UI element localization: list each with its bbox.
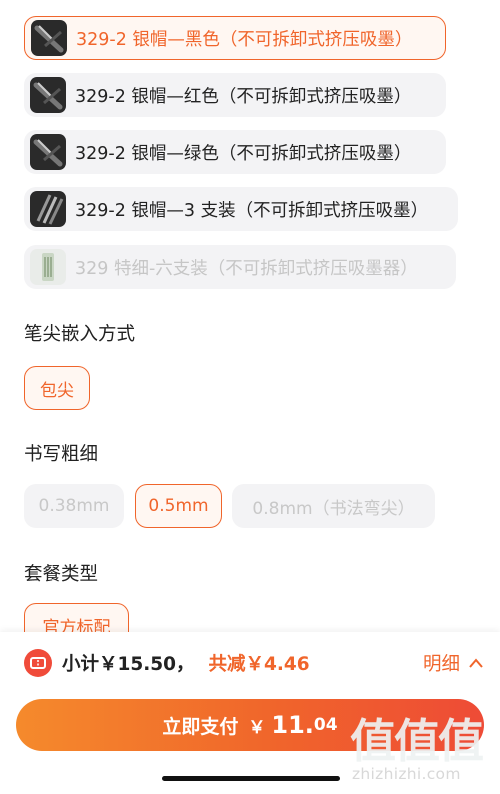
package-option-official[interactable]: 官方标配 xyxy=(24,603,129,632)
discount-text: 共减￥4.46 xyxy=(208,654,310,675)
sku-selector-panel: 329-2 银帽—黑色（不可拆卸式挤压吸墨） 329-2 银帽—红色（不可拆卸式… xyxy=(0,0,500,632)
width-option-05[interactable]: 0.5mm xyxy=(135,484,222,528)
width-option-08[interactable]: 0.8mm（书法弯尖） xyxy=(232,484,435,528)
variant-label: 329-2 银帽—黑色（不可拆卸式挤压吸墨） xyxy=(76,29,413,50)
coupon-ticket-icon xyxy=(24,649,52,677)
price-summary: 小计￥15.50， 共减￥4.46 xyxy=(24,648,310,678)
black-pen-thumb-icon xyxy=(31,20,67,56)
home-indicator xyxy=(162,776,340,781)
detail-label: 明细 xyxy=(422,654,460,675)
subtotal-text: 小计￥15.50， xyxy=(62,654,195,675)
variant-label: 329-2 银帽—红色（不可拆卸式挤压吸墨） xyxy=(75,86,412,107)
variant-option-three-pack[interactable]: 329-2 银帽—3 支装（不可拆卸式挤压吸墨） xyxy=(24,187,458,231)
pay-currency: ￥ xyxy=(248,717,266,738)
red-pen-thumb-icon xyxy=(30,77,66,113)
six-pens-thumb-icon xyxy=(30,249,66,285)
price-detail-toggle[interactable]: 明细 xyxy=(423,648,484,678)
pay-amount-integer: 11. xyxy=(271,711,314,739)
variant-option-red[interactable]: 329-2 银帽—红色（不可拆卸式挤压吸墨） xyxy=(24,73,446,117)
variant-option-black[interactable]: 329-2 银帽—黑色（不可拆卸式挤压吸墨） xyxy=(24,16,446,60)
green-pen-thumb-icon xyxy=(30,134,66,170)
watermark-url: zhizhizhi.com xyxy=(352,765,461,783)
pay-label: 立即支付 xyxy=(162,715,239,738)
variant-option-six-pack[interactable]: 329 特细-六支装（不可拆卸式挤压吸墨器） xyxy=(24,245,456,289)
variant-label: 329-2 银帽—3 支装（不可拆卸式挤压吸墨） xyxy=(75,200,429,221)
variant-option-green[interactable]: 329-2 银帽—绿色（不可拆卸式挤压吸墨） xyxy=(24,130,446,174)
package-section-title: 套餐类型 xyxy=(24,564,99,585)
width-option-038[interactable]: 0.38mm xyxy=(24,484,124,528)
width-section-title: 书写粗细 xyxy=(24,444,99,465)
variant-label: 329-2 银帽—绿色（不可拆卸式挤压吸墨） xyxy=(75,143,412,164)
nib-section-title: 笔尖嵌入方式 xyxy=(24,324,136,345)
watermark-logo: 值值值 xyxy=(350,714,484,768)
pay-amount-decimal: 04 xyxy=(313,715,338,735)
variant-label: 329 特细-六支装（不可拆卸式挤压吸墨器） xyxy=(75,258,418,279)
nib-option-wrapped[interactable]: 包尖 xyxy=(24,366,90,410)
chevron-up-icon xyxy=(469,658,483,668)
three-pens-thumb-icon xyxy=(30,191,66,227)
